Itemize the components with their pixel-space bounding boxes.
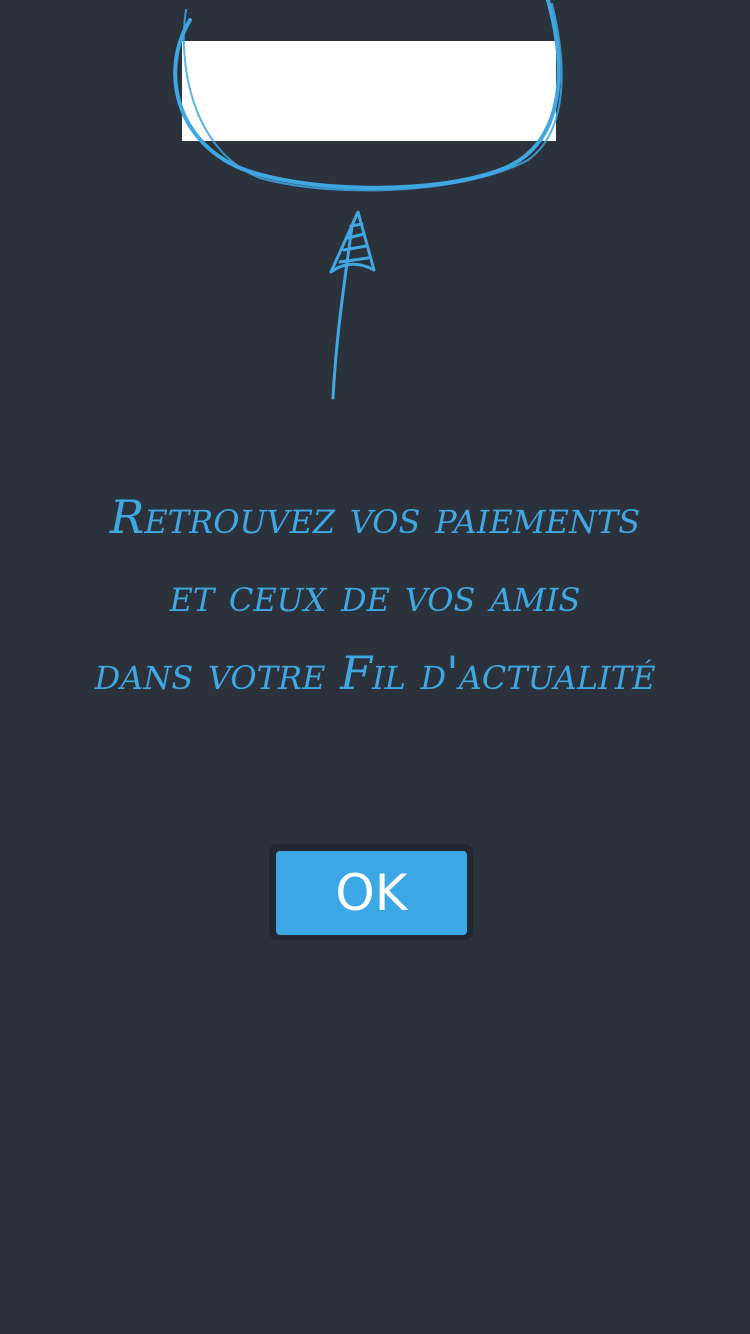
arrow-up-icon <box>329 210 376 400</box>
highlight-circle-icon <box>173 0 563 400</box>
ok-button[interactable]: OK <box>276 851 467 935</box>
onboarding-message: Retrouvez vos paiements et ceux de vos a… <box>0 478 750 712</box>
message-line-1: Retrouvez vos paiements <box>109 490 641 544</box>
message-line-3: dans votre Fil d'actualité <box>94 646 656 700</box>
message-line-2: et ceux de vos amis <box>169 568 581 622</box>
onboarding-overlay: Retrouvez vos paiements et ceux de vos a… <box>0 0 750 1334</box>
highlighted-feed-tab <box>182 41 556 141</box>
